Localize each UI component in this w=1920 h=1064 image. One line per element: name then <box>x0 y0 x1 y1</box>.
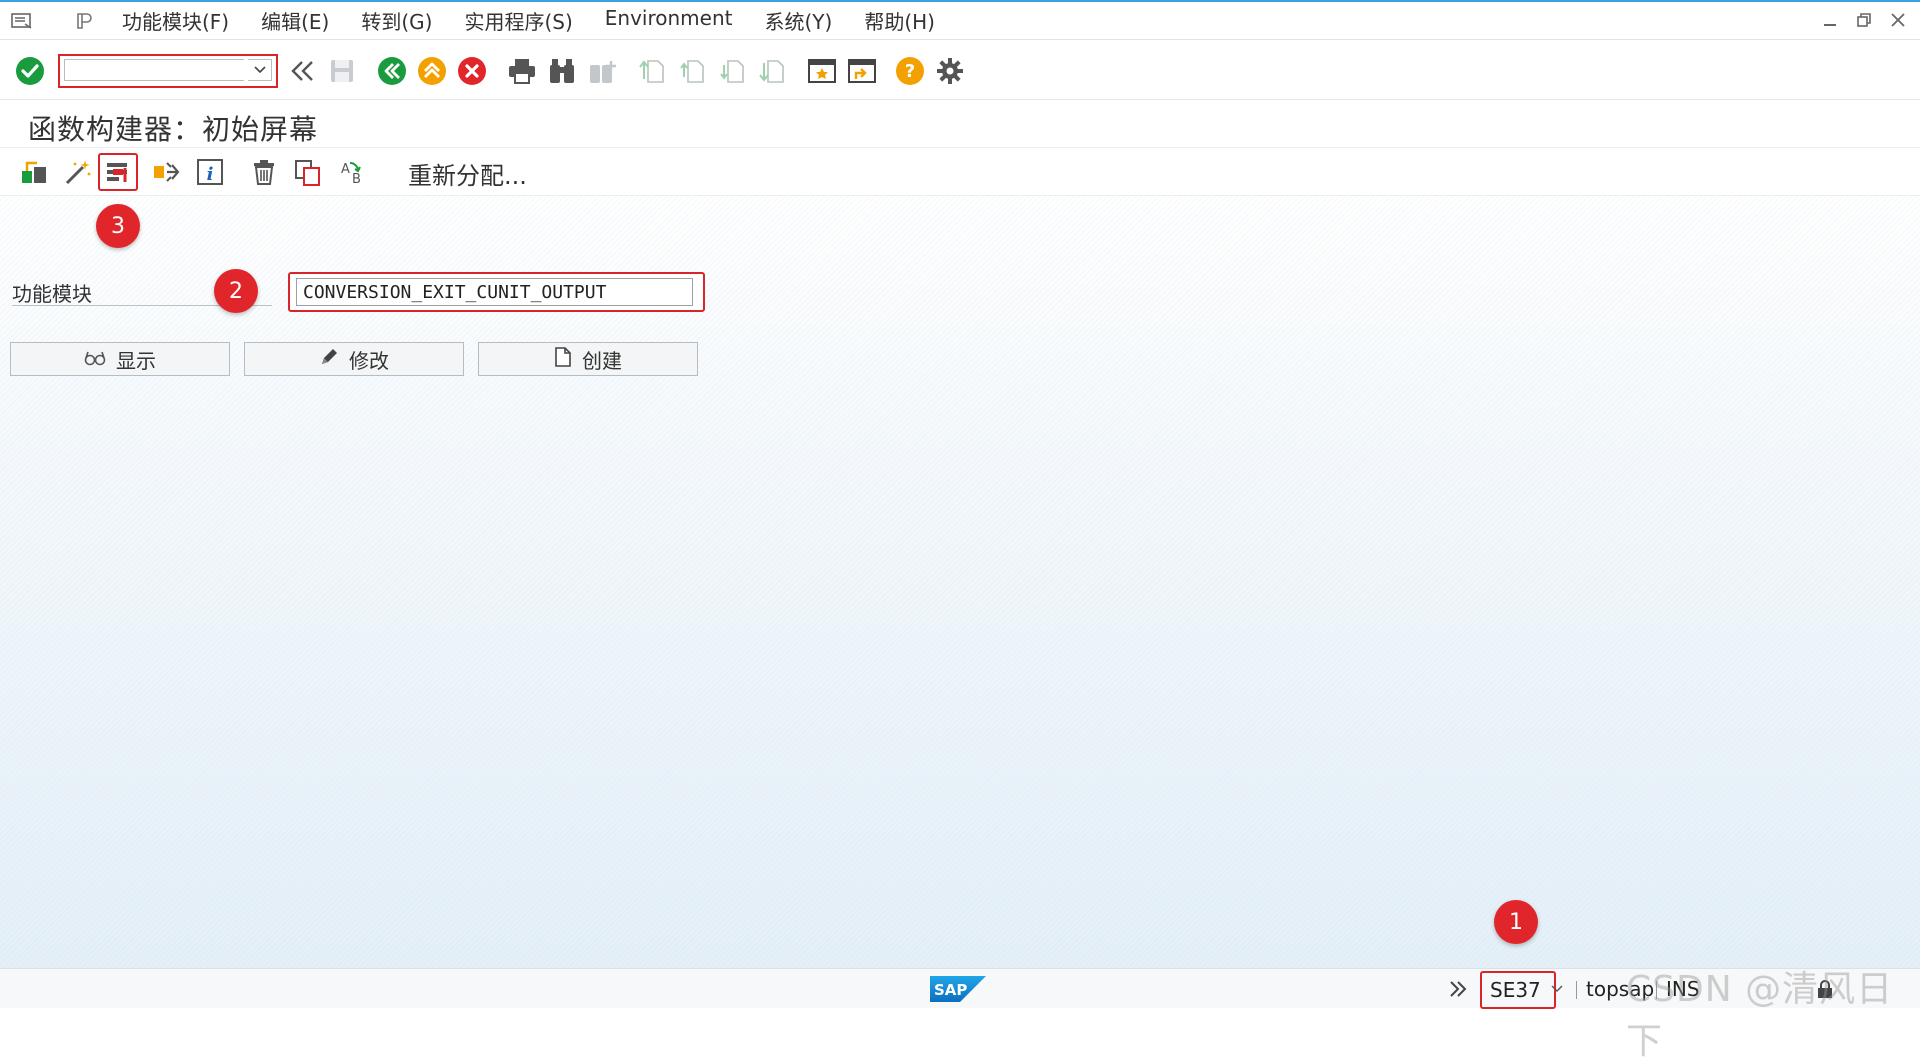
menu-function-module[interactable]: 功能模块(F) <box>122 6 229 35</box>
transaction-code[interactable]: SE37 <box>1480 971 1556 1009</box>
status-expand-chevrons-icon[interactable] <box>1446 977 1470 1001</box>
last-page-icon[interactable] <box>756 55 788 87</box>
sap-logo-icon: SAP <box>930 976 986 1006</box>
reassign-button[interactable]: 重新分配... <box>408 156 527 191</box>
restore-icon[interactable] <box>1854 10 1874 30</box>
annotation-badge-1: 1 <box>1494 900 1538 944</box>
main-content-area: 3 功能模块 2 显示 修改 创建 1 <box>0 196 1920 968</box>
svg-text:SAP: SAP <box>934 981 967 999</box>
back-icon[interactable] <box>376 55 408 87</box>
status-separator <box>1576 981 1577 999</box>
create-button[interactable]: 创建 <box>478 342 698 376</box>
annotation-badge-2: 2 <box>214 269 258 313</box>
next-page-icon[interactable] <box>716 55 748 87</box>
minimize-icon[interactable] <box>1820 10 1840 30</box>
create-shortcut-icon[interactable] <box>846 55 878 87</box>
find-icon[interactable] <box>546 55 578 87</box>
where-used-list-icon[interactable] <box>98 153 138 191</box>
session-info-dropdown-icon[interactable] <box>1548 977 1566 1001</box>
pencil-icon <box>319 347 339 372</box>
copy-icon[interactable] <box>292 156 324 188</box>
change-button[interactable]: 修改 <box>244 342 464 376</box>
annotation-badge-3: 3 <box>96 204 140 248</box>
print-icon[interactable] <box>506 55 538 87</box>
create-session-icon[interactable] <box>806 55 838 87</box>
window-controls <box>1820 10 1908 30</box>
menu-help[interactable]: 帮助(H) <box>864 6 935 35</box>
menu-edit[interactable]: 编辑(E) <box>261 6 329 35</box>
sap-easy-access-icon[interactable] <box>72 11 96 31</box>
svg-text:A: A <box>341 162 350 177</box>
documentation-info-icon[interactable]: i <box>194 156 226 188</box>
find-next-icon[interactable] <box>586 55 618 87</box>
standard-toolbar: ? <box>0 40 1920 100</box>
create-button-label: 创建 <box>582 348 622 373</box>
rename-icon[interactable]: AB <box>336 156 368 188</box>
command-input[interactable] <box>64 59 244 81</box>
confirm-icon[interactable] <box>14 55 46 87</box>
page-title: 函数构建器：初始屏幕 <box>28 113 319 146</box>
settings-gear-icon[interactable] <box>934 55 966 87</box>
menu-environment[interactable]: Environment <box>605 6 733 35</box>
new-document-icon <box>554 346 572 373</box>
check-wand-icon[interactable] <box>62 156 94 188</box>
watermark: CSDN @清风日下 <box>1626 969 1894 1062</box>
exit-icon[interactable] <box>416 55 448 87</box>
svg-text:i: i <box>207 164 214 185</box>
change-button-label: 修改 <box>349 348 389 373</box>
menu-bar: 功能模块(F) 编辑(E) 转到(G) 实用程序(S) Environment … <box>0 0 1920 40</box>
function-module-field-highlight <box>288 272 705 312</box>
collapse-command-field-icon[interactable] <box>286 55 318 87</box>
delete-trash-icon[interactable] <box>248 156 280 188</box>
menu-goto[interactable]: 转到(G) <box>361 6 432 35</box>
app-menu-icon[interactable] <box>10 11 34 31</box>
cancel-icon[interactable] <box>456 55 488 87</box>
other-object-icon[interactable] <box>18 156 50 188</box>
save-icon[interactable] <box>326 55 358 87</box>
menu-utilities[interactable]: 实用程序(S) <box>464 6 572 35</box>
menu-list: 功能模块(F) 编辑(E) 转到(G) 实用程序(S) Environment … <box>122 6 967 35</box>
function-module-input[interactable] <box>296 278 693 306</box>
display-button-label: 显示 <box>116 348 156 373</box>
previous-page-icon[interactable] <box>676 55 708 87</box>
screen-title-bar: 函数构建器：初始屏幕 <box>0 100 1920 148</box>
svg-text:?: ? <box>905 61 915 82</box>
command-history-dropdown-icon[interactable] <box>248 59 272 81</box>
application-toolbar: i AB 重新分配... <box>0 148 1920 196</box>
command-field <box>58 54 278 88</box>
help-icon[interactable]: ? <box>894 55 926 87</box>
test-run-icon[interactable] <box>150 156 182 188</box>
svg-text:B: B <box>352 172 361 187</box>
menu-system[interactable]: 系统(Y) <box>765 6 833 35</box>
display-button[interactable]: 显示 <box>10 342 230 376</box>
glasses-icon <box>84 347 106 371</box>
first-page-icon[interactable] <box>636 55 668 87</box>
close-window-icon[interactable] <box>1888 10 1908 30</box>
